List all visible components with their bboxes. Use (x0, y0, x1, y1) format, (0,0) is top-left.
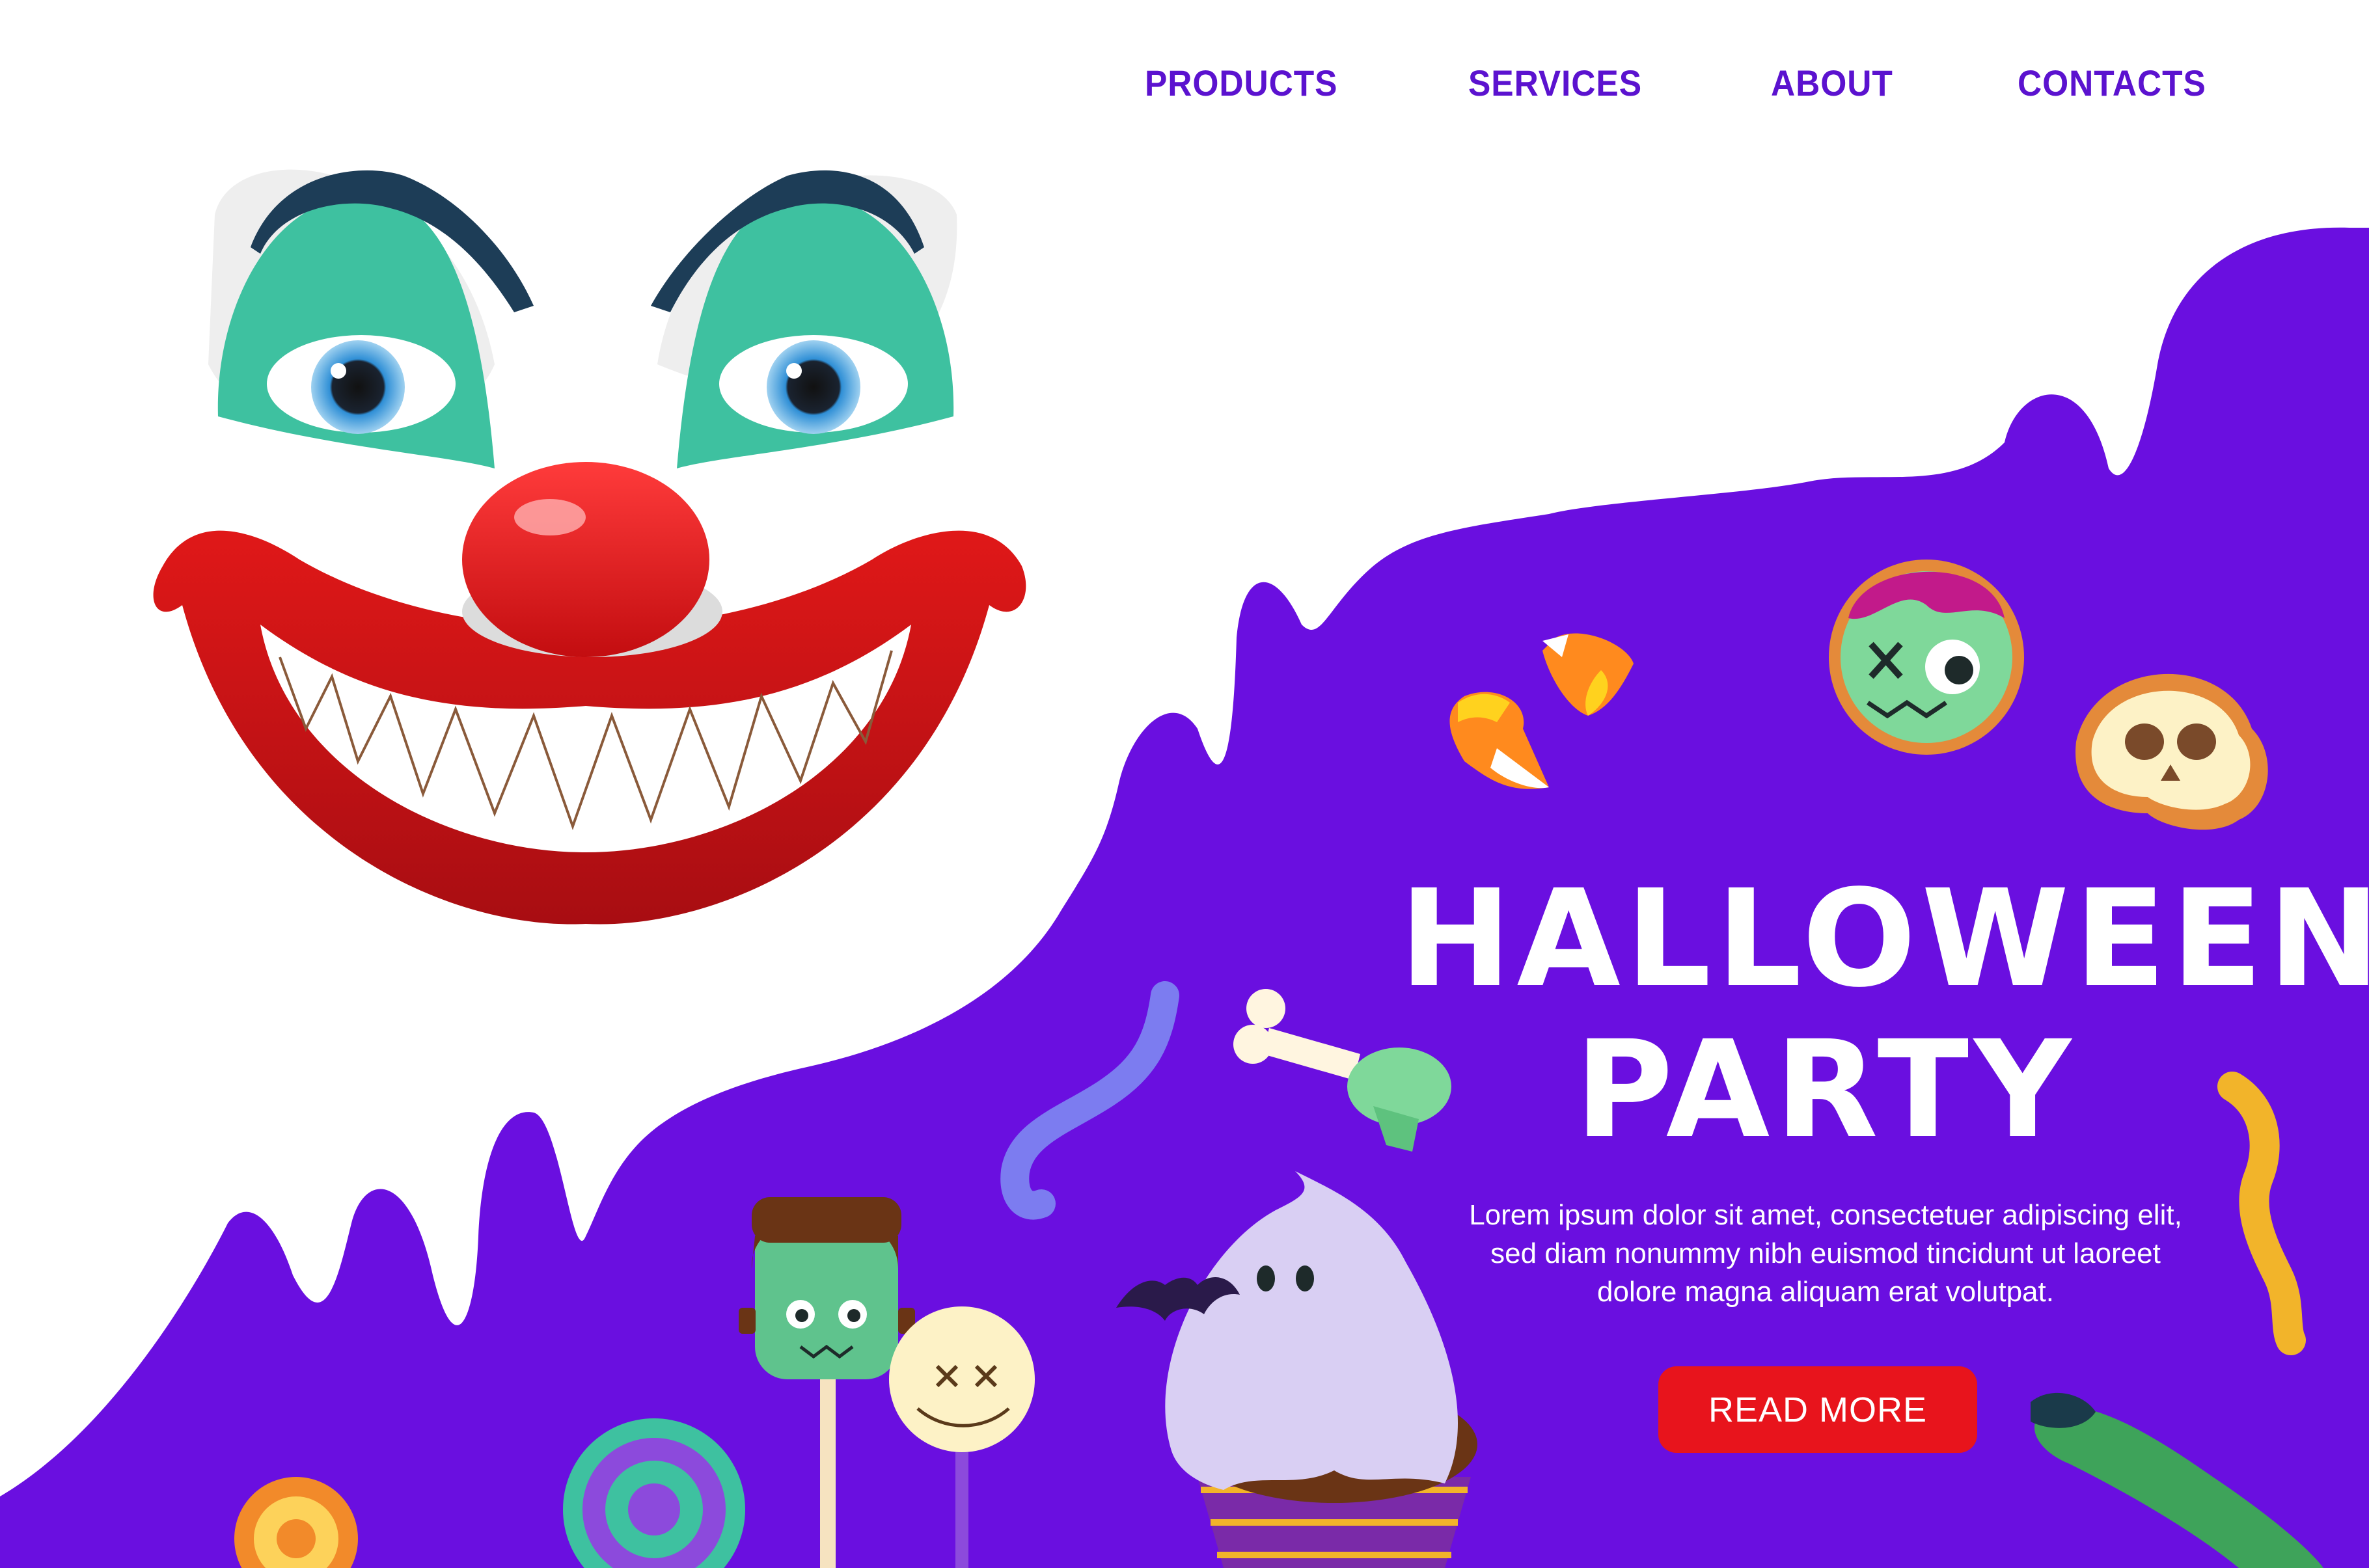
hero-description: Lorem ipsum dolor sit amet, consectetuer… (1469, 1199, 2182, 1308)
zombie-cookie-icon (1829, 560, 2024, 755)
hero-title-line1: HALLOWEEN (1399, 861, 2369, 1017)
hero-title-line2: PARTY (1574, 1012, 2077, 1168)
main-nav: PRODUCTS SERVICES ABOUT CONTACTS (1145, 62, 2223, 104)
clown-face-icon (153, 169, 1026, 925)
landing-page: PRODUCTS SERVICES ABOUT CONTACTS HALLOWE… (0, 0, 2369, 1568)
nav-link-products[interactable]: PRODUCTS (1145, 62, 1337, 104)
background-art (0, 169, 2369, 1568)
nav-link-about[interactable]: ABOUT (1771, 62, 1893, 104)
hero-title-block: HALLOWEEN PARTY (1399, 861, 2369, 1168)
nav-link-contacts[interactable]: CONTACTS (2018, 62, 2206, 104)
nav-link-services[interactable]: SERVICES (1468, 62, 1642, 104)
read-more-button[interactable]: READ MORE (1658, 1366, 1977, 1453)
